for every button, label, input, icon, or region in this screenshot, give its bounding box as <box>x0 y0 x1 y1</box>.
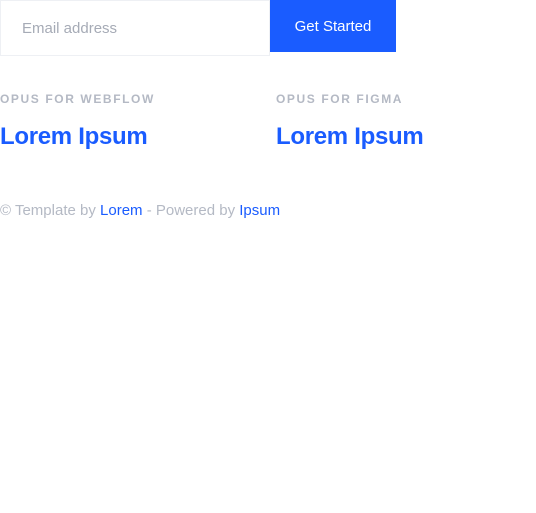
email-input[interactable] <box>0 0 270 56</box>
copyright-symbol: © <box>0 202 12 219</box>
template-author-link[interactable]: Lorem <box>100 202 143 219</box>
product-webflow: OPUS FOR WEBFLOW Lorem Ipsum <box>0 92 155 151</box>
product-title-webflow[interactable]: Lorem Ipsum <box>0 123 155 151</box>
get-started-button[interactable]: Get Started <box>270 0 396 52</box>
product-figma: OPUS FOR FIGMA Lorem Ipsum <box>276 92 424 151</box>
footer-credit: © Template by Lorem - Powered by Ipsum <box>0 201 280 221</box>
product-title-figma[interactable]: Lorem Ipsum <box>276 123 424 151</box>
template-by-text: Template by <box>11 202 101 219</box>
product-label-figma: OPUS FOR FIGMA <box>276 92 404 106</box>
email-signup-form: Get Started <box>0 0 396 56</box>
powered-by-text: - Powered by <box>142 202 240 219</box>
product-label-webflow: OPUS FOR WEBFLOW <box>0 92 155 106</box>
powered-by-link[interactable]: Ipsum <box>239 202 280 219</box>
